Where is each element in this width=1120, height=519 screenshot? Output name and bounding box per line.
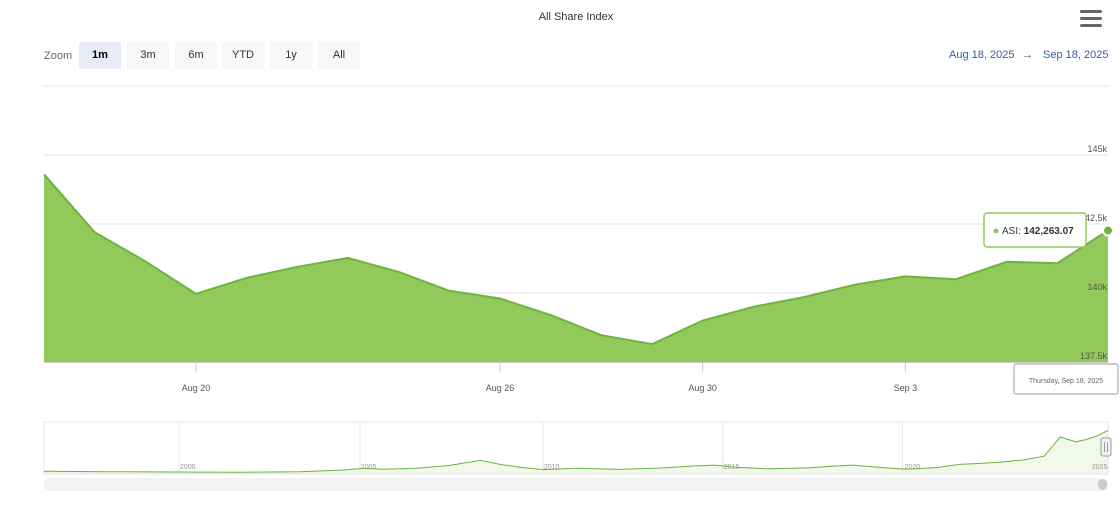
tooltip-series-name: ASI [1002,226,1018,237]
date-label: Thursday, Sep 18, 2025 [1013,363,1119,395]
navigator-year-label: 2000 [180,464,196,471]
x-tick-label: Aug 26 [486,383,515,393]
tooltip-text: ASI: 142,263.07 [1002,226,1074,237]
x-tick-label: Aug 30 [688,383,717,393]
navigator-handle[interactable] [1100,437,1112,457]
tooltip: ASI: 142,263.07 [983,212,1087,248]
y-tick-label: 137.5k [1080,351,1108,361]
x-axis: Aug 20Aug 26Aug 30Sep 3Sep 9Sep 13 [44,362,1108,393]
tooltip-value: 142,263.07 [1024,226,1074,237]
x-tick-label: Sep 3 [894,383,918,393]
asi-area [44,174,1108,362]
hover-point-marker [1102,224,1114,237]
y-tick-label: 140k [1087,282,1107,292]
x-tick-label: Aug 20 [182,383,211,393]
date-label-text: Thursday, Sep 18, 2025 [1029,378,1103,385]
navigator[interactable]: 2000 2005 2010 2015 2020 2025 [43,421,1112,475]
navigator-scrollbar[interactable] [44,478,1108,491]
scrollbar-thumb[interactable] [1098,479,1107,490]
tooltip-series-marker [993,228,999,234]
y-tick-label: 145k [1087,144,1107,154]
chart-area[interactable]: 137.5k140k142.5k145k Aug 20 Aug 26 Aug 30 S… [0,0,1120,519]
